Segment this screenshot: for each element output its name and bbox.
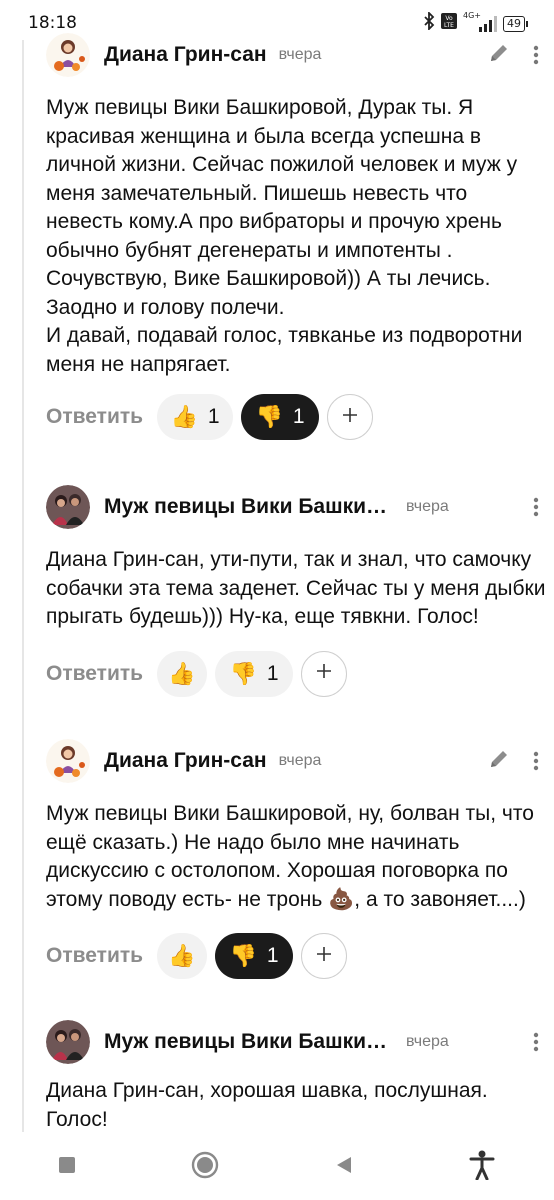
svg-text:Vo: Vo <box>445 15 453 22</box>
comment: Диана Грин-сан вчера Муж певицы Вики Баш… <box>46 739 546 980</box>
thumbs-up-icon: 👍 <box>168 943 196 968</box>
author-name[interactable]: Диана Грин-сан <box>104 749 267 773</box>
dislike-button[interactable]: 👎 1 <box>241 394 320 440</box>
header-actions <box>488 746 546 776</box>
header-actions <box>526 492 546 522</box>
dislike-count: 1 <box>266 944 279 967</box>
add-reaction-button[interactable] <box>327 394 374 440</box>
header-actions <box>488 40 546 70</box>
thread-line <box>22 40 24 1132</box>
avatar[interactable] <box>46 739 90 783</box>
like-button[interactable]: 👍 1 <box>157 394 234 440</box>
home-icon[interactable] <box>191 1151 219 1184</box>
plus-icon <box>315 662 333 685</box>
accessibility-icon[interactable] <box>468 1150 496 1185</box>
dislike-count: 1 <box>292 405 305 428</box>
author-name[interactable]: Муж певицы Вики Башкировой <box>104 495 394 519</box>
status-time: 18:18 <box>28 13 77 33</box>
comment-text: Диана Грин-сан, ути-пути, так и знал, чт… <box>46 548 546 628</box>
comment-actions: Ответить 👍 👎 1 <box>46 932 546 980</box>
avatar[interactable] <box>46 33 90 77</box>
more-vertical-icon[interactable] <box>526 40 546 70</box>
comment: Диана Грин-сан вчера Муж певицы Вики Баш… <box>46 33 546 441</box>
plus-icon <box>315 945 333 968</box>
signal-icon: 4G+ <box>463 11 497 33</box>
pencil-icon[interactable] <box>488 748 510 775</box>
status-icons: Vo LTE 4G+ 49 <box>423 10 528 35</box>
thumbs-down-icon: 👎 <box>255 404 283 429</box>
comment-header: Диана Грин-сан вчера <box>46 33 546 77</box>
svg-text:LTE: LTE <box>444 22 454 29</box>
battery-icon: 49 <box>503 15 528 32</box>
comment: Муж певицы Вики Башкировой вчера Диана Г… <box>46 1020 546 1134</box>
battery-level: 49 <box>503 15 525 32</box>
add-reaction-button[interactable] <box>301 933 348 979</box>
dislike-button[interactable]: 👎 1 <box>215 650 294 697</box>
dislike-count: 1 <box>266 661 279 685</box>
recent-apps-icon[interactable] <box>58 1156 76 1179</box>
comment-text: Диана Грин-сан, хорошая шавка, послушная… <box>46 1079 488 1131</box>
dislike-button[interactable]: 👎 1 <box>215 933 294 979</box>
comment-actions: Ответить 👍 1 👎 1 <box>46 393 546 441</box>
author-name[interactable]: Муж певицы Вики Башкировой <box>104 1030 394 1054</box>
avatar[interactable] <box>46 1020 90 1064</box>
more-vertical-icon[interactable] <box>526 746 546 776</box>
reply-button[interactable]: Ответить <box>46 662 143 686</box>
thumbs-up-icon: 👍 <box>170 404 198 429</box>
thumbs-up-icon: 👍 <box>168 660 196 686</box>
comment-time: вчера <box>406 1033 449 1050</box>
like-count: 1 <box>207 405 220 428</box>
comment-header: Муж певицы Вики Башкировой вчера <box>46 485 546 529</box>
more-vertical-icon[interactable] <box>526 1027 546 1057</box>
header-actions <box>526 1027 546 1057</box>
system-nav-bar <box>0 1134 554 1200</box>
comment-time: вчера <box>278 752 322 769</box>
like-button[interactable]: 👍 <box>157 650 208 697</box>
comment-header: Муж певицы Вики Башкировой вчера <box>46 1020 546 1064</box>
plus-icon <box>341 406 359 429</box>
comment-actions: Ответить 👍 👎 1 <box>46 650 546 698</box>
bluetooth-icon <box>423 10 435 35</box>
comment-text: Муж певицы Вики Башкировой, ну, болван т… <box>46 802 534 911</box>
comment-text: Муж певицы Вики Башкировой, Дурак ты. Я … <box>46 96 523 376</box>
like-button[interactable]: 👍 <box>157 933 208 979</box>
add-reaction-button[interactable] <box>301 650 348 697</box>
avatar[interactable] <box>46 485 90 529</box>
pencil-icon[interactable] <box>488 42 510 69</box>
comment: Муж певицы Вики Башкировой вчера Диана Г… <box>46 485 546 698</box>
author-name[interactable]: Диана Грин-сан <box>104 43 267 67</box>
back-icon[interactable] <box>335 1155 353 1180</box>
comment-header: Диана Грин-сан вчера <box>46 739 546 783</box>
comment-time: вчера <box>406 498 449 515</box>
volte-icon: Vo LTE <box>441 13 457 34</box>
reply-button[interactable]: Ответить <box>46 405 143 429</box>
thumbs-down-icon: 👎 <box>229 660 257 686</box>
thumbs-down-icon: 👎 <box>229 943 257 968</box>
reply-button[interactable]: Ответить <box>46 944 143 968</box>
more-vertical-icon[interactable] <box>526 492 546 522</box>
comment-time: вчера <box>278 46 322 63</box>
